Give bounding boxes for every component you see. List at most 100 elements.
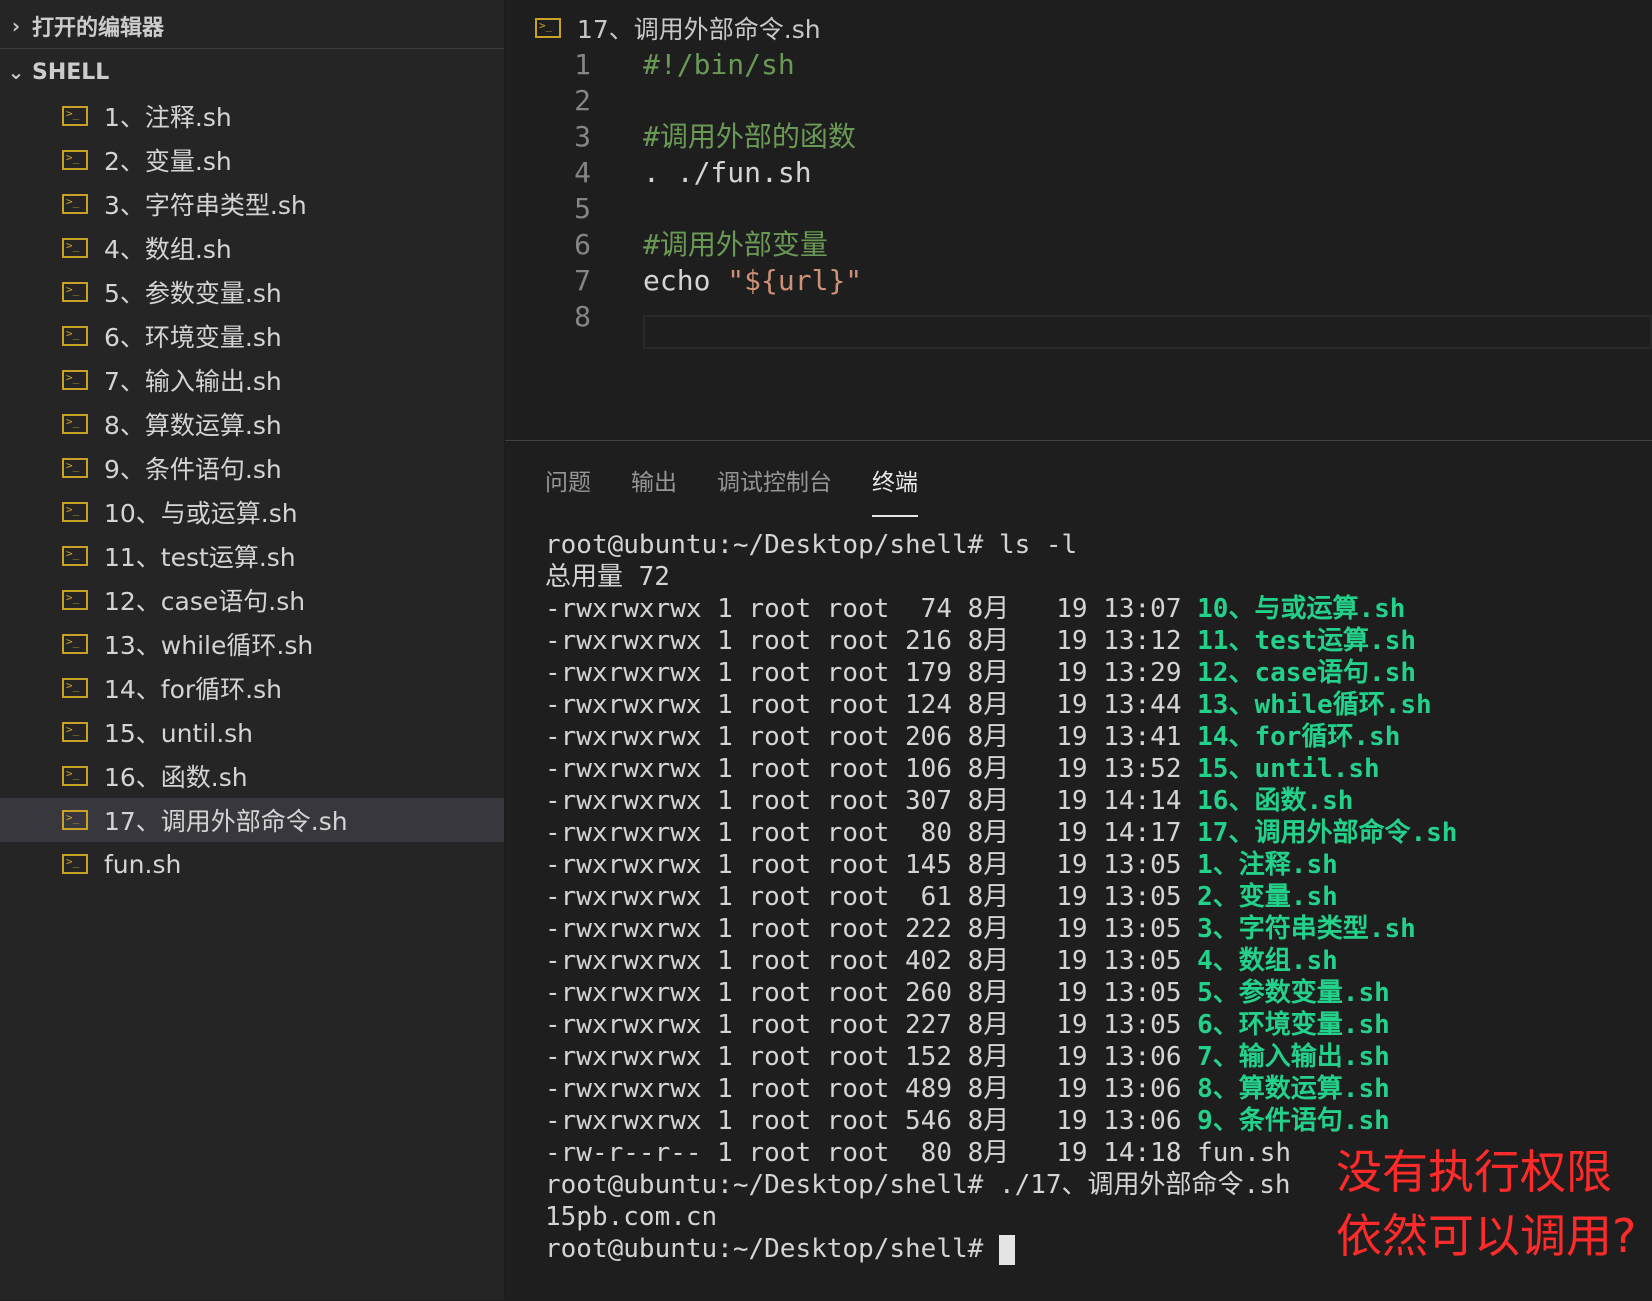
terminal-exec-filename: 1、注释.sh: [1197, 850, 1338, 880]
terminal-line: -rwxrwxrwx 1 root root 206 8月 19 13:41 1…: [545, 721, 1645, 753]
chevron-down-icon: ⌄: [7, 60, 25, 84]
code-line: 5: [505, 190, 1652, 228]
file-item[interactable]: >_ 15、until.sh: [0, 710, 504, 754]
terminal-exec-filename: 15、until.sh: [1197, 754, 1380, 784]
panel-tab[interactable]: 问题: [545, 463, 591, 517]
terminal-line: -rwxrwxrwx 1 root root 74 8月 19 13:07 10…: [545, 593, 1645, 625]
file-item[interactable]: >_ 17、调用外部命令.sh: [0, 798, 504, 842]
panel-tab[interactable]: 终端: [872, 463, 918, 517]
file-item-label: 14、for循环.sh: [104, 675, 283, 704]
terminal-text: -rwxrwxrwx 1 root root 260 8月 19 13:05: [545, 978, 1198, 1008]
line-number: 3: [574, 120, 591, 153]
file-item[interactable]: >_ 11、test运算.sh: [0, 534, 504, 578]
code-string: "${url}": [727, 264, 863, 297]
terminal-line: -rwxrwxrwx 1 root root 307 8月 19 14:14 1…: [545, 785, 1645, 817]
line-number: 6: [574, 228, 591, 261]
terminal-cursor: [998, 1234, 1015, 1265]
file-item-label: 6、环境变量.sh: [104, 323, 282, 352]
terminal-text: -rwxrwxrwx 1 root root 222 8月 19 13:05: [545, 914, 1198, 944]
shell-file-icon: >_: [62, 590, 88, 610]
terminal-text: -rwxrwxrwx 1 root root 227 8月 19 13:05: [545, 1010, 1198, 1040]
shell-file-icon: >_: [62, 194, 88, 214]
terminal-exec-filename: 4、数组.sh: [1197, 946, 1338, 976]
terminal-exec-filename: 8、算数运算.sh: [1197, 1074, 1390, 1104]
terminal-text: -rwxrwxrwx 1 root root 124 8月 19 13:44: [545, 690, 1198, 720]
terminal-line: -rwxrwxrwx 1 root root 152 8月 19 13:06 7…: [545, 1041, 1645, 1073]
annotation-text: 没有执行权限 依然可以调用?: [1336, 1140, 1636, 1268]
terminal-line: -rwxrwxrwx 1 root root 216 8月 19 13:12 1…: [545, 625, 1645, 657]
code-line: 4 . ./fun.sh: [505, 154, 1652, 192]
file-item[interactable]: >_ 2、变量.sh: [0, 138, 504, 182]
code-text: #!/bin/sh: [643, 48, 795, 81]
file-list: >_ 1、注释.sh >_ 2、变量.sh >_ 3、字符串类型.sh >_ 4、数组.sh >…: [0, 94, 504, 886]
breadcrumb[interactable]: >_ 17、调用外部命令.sh: [535, 8, 821, 48]
file-item[interactable]: >_ 13、while循环.sh: [0, 622, 504, 666]
terminal-exec-filename: 5、参数变量.sh: [1197, 978, 1390, 1008]
file-item[interactable]: >_ 10、与或运算.sh: [0, 490, 504, 534]
annotation-line-2: 依然可以调用?: [1336, 1209, 1637, 1263]
panel-tab[interactable]: 输出: [631, 463, 677, 517]
terminal-line: -rwxrwxrwx 1 root root 80 8月 19 14:17 17…: [545, 817, 1645, 849]
open-editors-header[interactable]: › 打开的编辑器: [0, 4, 504, 49]
file-item[interactable]: >_ 4、数组.sh: [0, 226, 504, 270]
code-text: . ./fun.sh: [643, 156, 812, 189]
terminal-line: -rwxrwxrwx 1 root root 260 8月 19 13:05 5…: [545, 977, 1645, 1009]
shell-file-icon: >_: [62, 722, 88, 742]
file-item[interactable]: >_ 7、输入输出.sh: [0, 358, 504, 402]
terminal-exec-filename: 3、字符串类型.sh: [1197, 914, 1416, 944]
terminal-line: -rwxrwxrwx 1 root root 227 8月 19 13:05 6…: [545, 1009, 1645, 1041]
file-item-label: 10、与或运算.sh: [104, 499, 298, 528]
file-item-label: 15、until.sh: [104, 719, 254, 748]
terminal-exec-filename: 16、函数.sh: [1197, 786, 1354, 816]
file-item-label: 11、test运算.sh: [104, 543, 296, 572]
file-item[interactable]: >_ 6、环境变量.sh: [0, 314, 504, 358]
terminal-text: root@ubuntu:~/Desktop/shell#: [545, 1234, 999, 1264]
terminal-line: 总用量 72: [545, 561, 1645, 593]
file-item-label: 12、case语句.sh: [104, 587, 306, 616]
code-line: 2: [505, 82, 1652, 120]
line-number: 1: [574, 48, 591, 81]
terminal-text: -rwxrwxrwx 1 root root 61 8月 19 13:05: [545, 882, 1198, 912]
panel-tab[interactable]: 调试控制台: [717, 463, 832, 517]
terminal-line: -rwxrwxrwx 1 root root 61 8月 19 13:05 2、…: [545, 881, 1645, 913]
terminal-exec-filename: 10、与或运算.sh: [1197, 594, 1406, 624]
line-number: 4: [574, 156, 591, 189]
terminal-line: -rwxrwxrwx 1 root root 546 8月 19 13:06 9…: [545, 1105, 1645, 1137]
terminal-exec-filename: 12、case语句.sh: [1197, 658, 1417, 688]
shell-file-icon: >_: [62, 502, 88, 522]
terminal-exec-filename: 17、调用外部命令.sh: [1197, 818, 1458, 848]
terminal-text: -rwxrwxrwx 1 root root 145 8月 19 13:05: [545, 850, 1198, 880]
file-item[interactable]: >_ 12、case语句.sh: [0, 578, 504, 622]
code-line: 1 #!/bin/sh: [505, 46, 1652, 84]
file-item[interactable]: >_ 5、参数变量.sh: [0, 270, 504, 314]
folder-label: SHELL: [32, 59, 110, 85]
folder-header-shell[interactable]: ⌄ SHELL: [0, 50, 504, 94]
shell-file-icon: >_: [62, 546, 88, 566]
shell-file-icon: >_: [62, 282, 88, 302]
terminal-text: -rwxrwxrwx 1 root root 402 8月 19 13:05: [545, 946, 1198, 976]
terminal-text: -rwxrwxrwx 1 root root 152 8月 19 13:06: [545, 1042, 1198, 1072]
terminal-exec-filename: 11、test运算.sh: [1197, 626, 1417, 656]
editor-area[interactable]: >_ 17、调用外部命令.sh 1 #!/bin/sh 2 3 #调用外部的函数 4 . .…: [505, 0, 1652, 440]
file-item[interactable]: >_ fun.sh: [0, 842, 504, 886]
shell-file-icon: >_: [62, 678, 88, 698]
terminal-line: -rwxrwxrwx 1 root root 222 8月 19 13:05 3…: [545, 913, 1645, 945]
terminal-text: -rwxrwxrwx 1 root root 216 8月 19 13:12: [545, 626, 1198, 656]
terminal-exec-filename: 14、for循环.sh: [1197, 722, 1401, 752]
terminal-exec-filename: 13、while循环.sh: [1197, 690, 1432, 720]
terminal-exec-filename: 2、变量.sh: [1197, 882, 1338, 912]
shell-file-icon: >_: [62, 238, 88, 258]
file-item[interactable]: >_ 8、算数运算.sh: [0, 402, 504, 446]
terminal-text: 总用量 72: [545, 562, 670, 592]
file-item-label: 5、参数变量.sh: [104, 279, 282, 308]
terminal-line: -rwxrwxrwx 1 root root 179 8月 19 13:29 1…: [545, 657, 1645, 689]
shell-file-icon: >_: [62, 634, 88, 654]
shell-file-icon: >_: [62, 414, 88, 434]
file-item[interactable]: >_ 3、字符串类型.sh: [0, 182, 504, 226]
file-item[interactable]: >_ 16、函数.sh: [0, 754, 504, 798]
file-item[interactable]: >_ 9、条件语句.sh: [0, 446, 504, 490]
file-item-label: 1、注释.sh: [104, 103, 232, 132]
file-item[interactable]: >_ 1、注释.sh: [0, 94, 504, 138]
file-item[interactable]: >_ 14、for循环.sh: [0, 666, 504, 710]
file-item-label: 17、调用外部命令.sh: [104, 807, 348, 836]
